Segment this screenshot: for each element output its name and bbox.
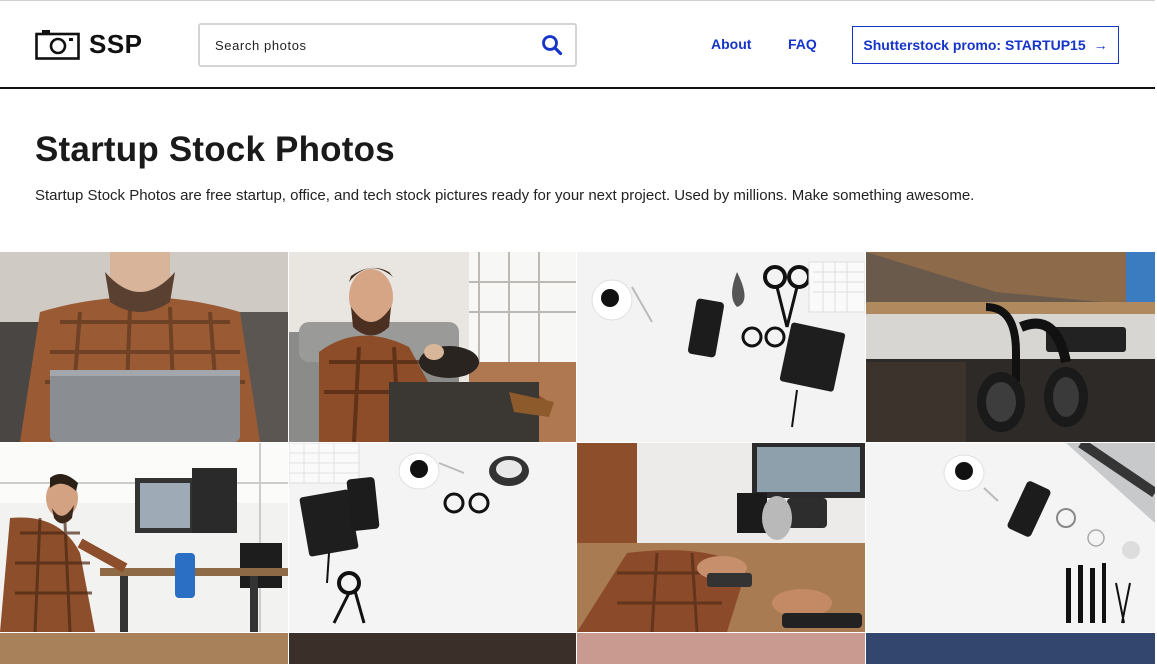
photo-tile[interactable] xyxy=(0,252,288,442)
photo-headphones xyxy=(866,252,1155,442)
logo-text: SSP xyxy=(89,28,143,59)
photo-man-laptop-sofa xyxy=(0,252,288,442)
nav-about-link[interactable]: About xyxy=(711,36,751,52)
photo-tile[interactable] xyxy=(866,252,1155,442)
logo-link[interactable]: SSP xyxy=(35,28,143,60)
site-header: SSP About FAQ Shutterstock promo: STARTU… xyxy=(0,0,1155,89)
photo-mouse-microphone xyxy=(577,443,865,632)
photo-grid xyxy=(0,252,1155,664)
promo-label: Shutterstock promo: STARTUP15 xyxy=(863,37,1086,53)
photo-tile-partial[interactable] xyxy=(0,633,288,664)
search-icon[interactable] xyxy=(541,34,563,61)
page-subtitle: Startup Stock Photos are free startup, o… xyxy=(35,187,975,204)
photo-standing-desk xyxy=(0,443,288,632)
photo-tile[interactable] xyxy=(577,252,865,442)
promo-button[interactable]: Shutterstock promo: STARTUP15 → xyxy=(852,26,1119,64)
photo-tile[interactable] xyxy=(0,443,288,632)
photo-tile[interactable] xyxy=(289,443,576,632)
photo-tile[interactable] xyxy=(866,443,1155,632)
photo-tile[interactable] xyxy=(577,443,865,632)
arrow-right-icon: → xyxy=(1093,37,1108,53)
search-box xyxy=(198,23,577,67)
nav-faq-link[interactable]: FAQ xyxy=(788,36,817,52)
photo-tile-partial[interactable] xyxy=(866,633,1155,664)
photo-flatlay-makeup xyxy=(866,443,1155,632)
photo-tile[interactable] xyxy=(289,252,576,442)
photo-man-sofa-dog xyxy=(289,252,576,442)
search-input[interactable] xyxy=(215,25,535,65)
photo-flatlay-notebook xyxy=(289,443,576,632)
photo-tile-partial[interactable] xyxy=(289,633,576,664)
page-title: Startup Stock Photos xyxy=(35,130,395,169)
photo-tile-partial[interactable] xyxy=(577,633,865,664)
photo-flatlay-desk xyxy=(577,252,865,442)
camera-icon xyxy=(35,28,80,60)
